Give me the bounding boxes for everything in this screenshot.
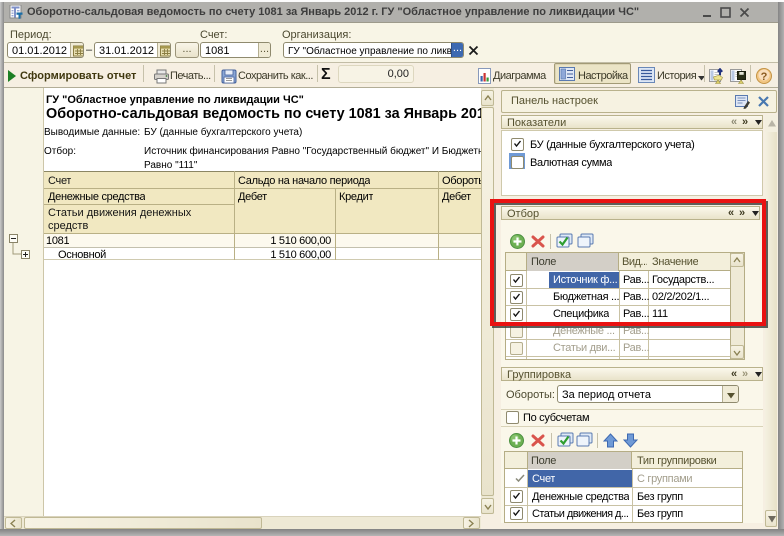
svg-text:?: ? xyxy=(761,71,768,83)
